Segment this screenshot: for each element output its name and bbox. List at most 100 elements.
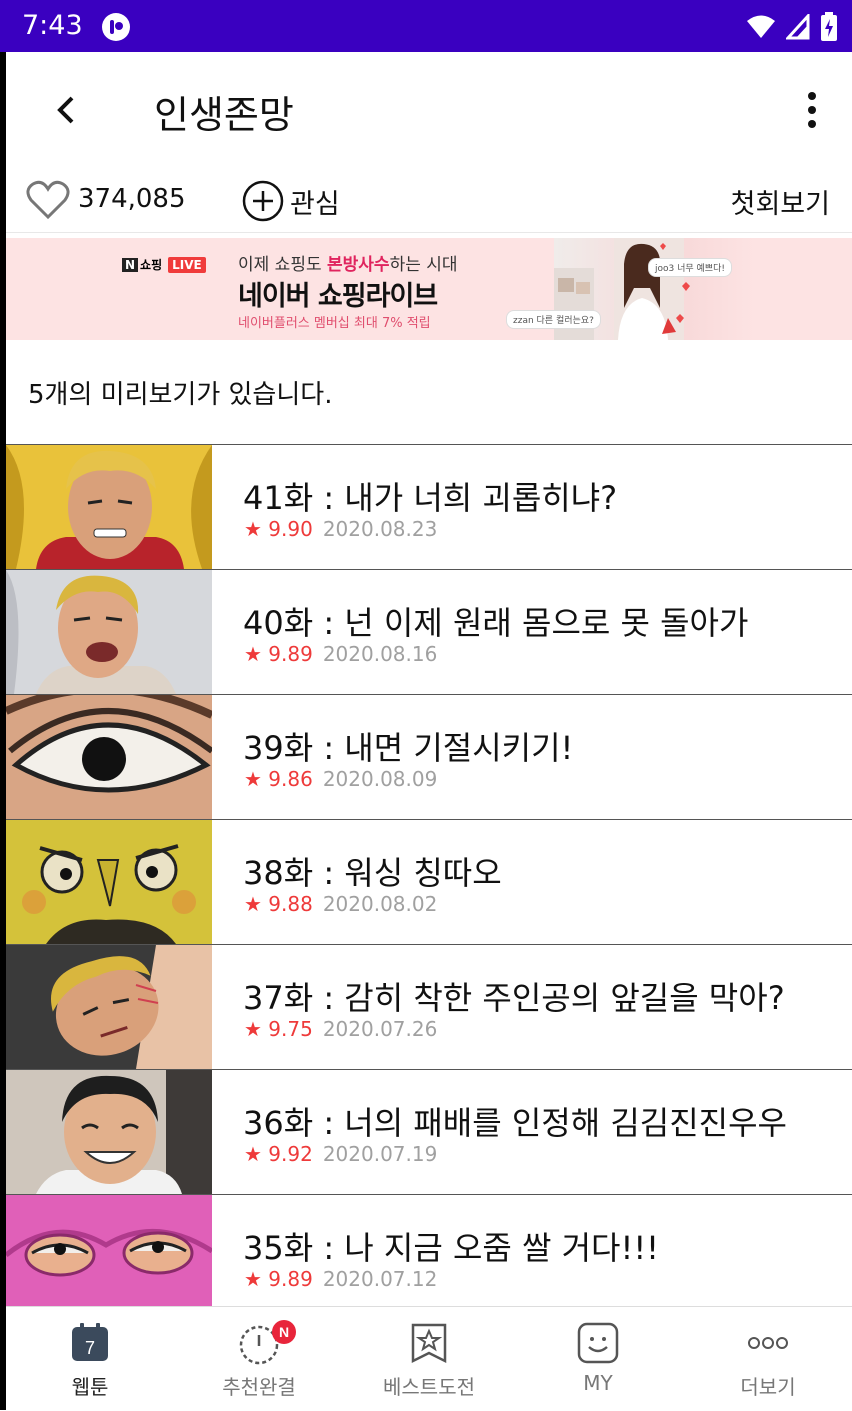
nav-item-best-challenge[interactable]: 베스트도전 xyxy=(349,1307,509,1411)
calendar-date-text: 7 xyxy=(85,1338,95,1358)
episode-thumbnail xyxy=(6,945,212,1069)
status-bar: 7:43 xyxy=(0,0,852,52)
star-icon: ★ xyxy=(244,517,262,541)
episode-date: 2020.08.16 xyxy=(322,642,438,666)
bottom-navigation: 7 웹툰 N 추천완결 베스트도전 MY 더보기 xyxy=(6,1306,852,1411)
banner-tagline-pre: 이제 쇼핑도 xyxy=(238,255,328,275)
first-episode-button[interactable]: 첫회보기 xyxy=(731,182,830,221)
episode-date: 2020.08.09 xyxy=(322,767,438,791)
nav-label: 웹툰 xyxy=(71,1375,109,1399)
episode-rating: ★ 9.88 xyxy=(244,892,313,916)
nav-label: 베스트도전 xyxy=(383,1375,475,1399)
nav-label: 더보기 xyxy=(740,1375,796,1399)
episode-meta: ★ 9.75 2020.07.26 xyxy=(244,1017,437,1041)
episode-row[interactable]: 35화 : 나 지금 오줌 쌀 거다!!! ★ 9.89 2020.07.12 xyxy=(6,1195,852,1306)
episode-title: 41화 : 내가 너희 괴롭히냐? xyxy=(243,479,618,517)
episode-row[interactable]: 38화 : 워싱 칭따오 ★ 9.88 2020.08.02 xyxy=(6,820,852,945)
status-icons xyxy=(746,12,838,42)
battery-icon xyxy=(821,12,837,41)
episode-thumbnail xyxy=(6,820,212,944)
episode-meta: ★ 9.86 2020.08.09 xyxy=(244,767,437,791)
banner-brand: 쇼핑 xyxy=(140,258,163,272)
episode-date: 2020.08.23 xyxy=(322,517,438,541)
episode-row[interactable]: 36화 : 너의 패배를 인정해 김김진진우우 ★ 9.92 2020.07.1… xyxy=(6,1070,852,1195)
nav-item-recommended-completed[interactable]: N 추천완결 xyxy=(179,1307,339,1411)
episode-rating: ★ 9.86 xyxy=(244,767,313,791)
episode-date: 2020.07.12 xyxy=(322,1267,438,1291)
episode-thumbnail xyxy=(6,695,212,819)
episode-rating: ★ 9.89 xyxy=(244,642,313,666)
episode-meta: ★ 9.88 2020.08.02 xyxy=(244,892,437,916)
episode-meta: ★ 9.92 2020.07.19 xyxy=(244,1142,437,1166)
ad-banner[interactable]: N 쇼핑 LIVE 이제 쇼핑도 본방사수하는 시대 네이버 쇼핑라이브 네이버… xyxy=(6,238,852,340)
status-time: 7:43 xyxy=(22,10,83,41)
action-row: 374,085 관심 첫회보기 xyxy=(6,170,852,233)
wifi-icon xyxy=(747,15,775,38)
star-icon: ★ xyxy=(244,767,262,791)
episode-meta: ★ 9.89 2020.07.12 xyxy=(244,1267,437,1291)
banner-tagline: 이제 쇼핑도 본방사수하는 시대 xyxy=(238,250,458,275)
episode-rating-value: 9.88 xyxy=(268,892,313,916)
episode-rating: ★ 9.90 xyxy=(244,517,313,541)
episode-rating-value: 9.89 xyxy=(268,642,313,666)
star-icon: ★ xyxy=(244,1267,262,1291)
nav-item-my[interactable]: MY xyxy=(518,1307,678,1411)
episode-rating-value: 9.86 xyxy=(268,767,313,791)
episode-rating-value: 9.75 xyxy=(268,1017,313,1041)
episode-title: 39화 : 내면 기절시키기! xyxy=(243,729,574,767)
episode-title: 35화 : 나 지금 오줌 쌀 거다!!! xyxy=(243,1229,659,1267)
banner-photo: joo3 너무 예쁘다! zzan 다른 컬러는요? xyxy=(506,238,754,340)
more-dots-icon xyxy=(748,1337,788,1349)
episode-thumbnail xyxy=(6,1195,212,1306)
star-icon: ★ xyxy=(244,642,262,666)
episode-thumbnail xyxy=(6,570,212,694)
banner-subtext: 네이버플러스 멤버십 최대 7% 적립 xyxy=(238,316,431,331)
episode-rating-value: 9.89 xyxy=(268,1267,313,1291)
like-count: 374,085 xyxy=(78,184,186,214)
episode-row[interactable]: 39화 : 내면 기절시키기! ★ 9.86 2020.08.09 xyxy=(6,695,852,820)
favorite-label: 관심 xyxy=(290,188,340,220)
nav-item-webtoon[interactable]: 7 웹툰 xyxy=(10,1307,170,1411)
nav-item-more[interactable]: 더보기 xyxy=(688,1307,848,1411)
episode-title: 36화 : 너의 패배를 인정해 김김진진우우 xyxy=(243,1104,787,1142)
new-badge: N xyxy=(272,1320,296,1344)
more-vertical-icon[interactable] xyxy=(800,90,824,130)
episode-title: 37화 : 감히 착한 주인공의 앞길을 막아? xyxy=(243,979,785,1017)
episode-title: 40화 : 넌 이제 원래 몸으로 못 돌아가 xyxy=(243,604,749,642)
add-circle-icon xyxy=(242,180,284,222)
episode-thumbnail xyxy=(6,445,212,569)
banner-chat-bubble-1: joo3 너무 예쁘다! xyxy=(648,258,732,277)
banner-tagline-post: 하는 시대 xyxy=(389,255,458,275)
preview-info: 5개의 미리보기가 있습니다. xyxy=(6,340,852,445)
page-title: 인생존망 xyxy=(154,93,294,137)
episode-row[interactable]: 37화 : 감히 착한 주인공의 앞길을 막아? ★ 9.75 2020.07.… xyxy=(6,945,852,1070)
preview-count-text: 5개의 미리보기가 있습니다. xyxy=(28,380,333,410)
app-bar: 인생존망 xyxy=(6,52,852,170)
naver-n-logo: N xyxy=(122,257,139,272)
shopping-live-logo: N 쇼핑 LIVE xyxy=(122,256,206,273)
new-badge-text: N xyxy=(279,1324,289,1340)
episode-thumbnail xyxy=(6,1070,212,1194)
live-badge: LIVE xyxy=(168,256,206,273)
episode-rating: ★ 9.89 xyxy=(244,1267,313,1291)
episode-row[interactable]: 40화 : 넌 이제 원래 몸으로 못 돌아가 ★ 9.89 2020.08.1… xyxy=(6,570,852,695)
star-icon: ★ xyxy=(244,892,262,916)
bookmark-star-icon xyxy=(411,1323,447,1364)
heart-icon[interactable] xyxy=(26,180,70,220)
banner-tagline-highlight: 본방사수 xyxy=(327,255,390,275)
star-icon: ★ xyxy=(244,1017,262,1041)
episode-meta: ★ 9.90 2020.08.23 xyxy=(244,517,437,541)
calendar-icon: 7 xyxy=(72,1323,108,1361)
back-arrow-icon[interactable] xyxy=(46,90,86,130)
banner-headline: 네이버 쇼핑라이브 xyxy=(238,281,438,312)
episode-rating: ★ 9.92 xyxy=(244,1142,313,1166)
app-notification-icon xyxy=(102,13,130,41)
episode-rating: ★ 9.75 xyxy=(244,1017,313,1041)
smiley-icon xyxy=(577,1322,619,1364)
star-icon: ★ xyxy=(244,1142,262,1166)
episode-rating-value: 9.90 xyxy=(268,517,313,541)
favorite-button[interactable]: 관심 xyxy=(242,178,340,224)
episode-title: 38화 : 워싱 칭따오 xyxy=(243,854,502,892)
episode-row[interactable]: 41화 : 내가 너희 괴롭히냐? ★ 9.90 2020.08.23 xyxy=(6,445,852,570)
episode-rating-value: 9.92 xyxy=(268,1142,313,1166)
